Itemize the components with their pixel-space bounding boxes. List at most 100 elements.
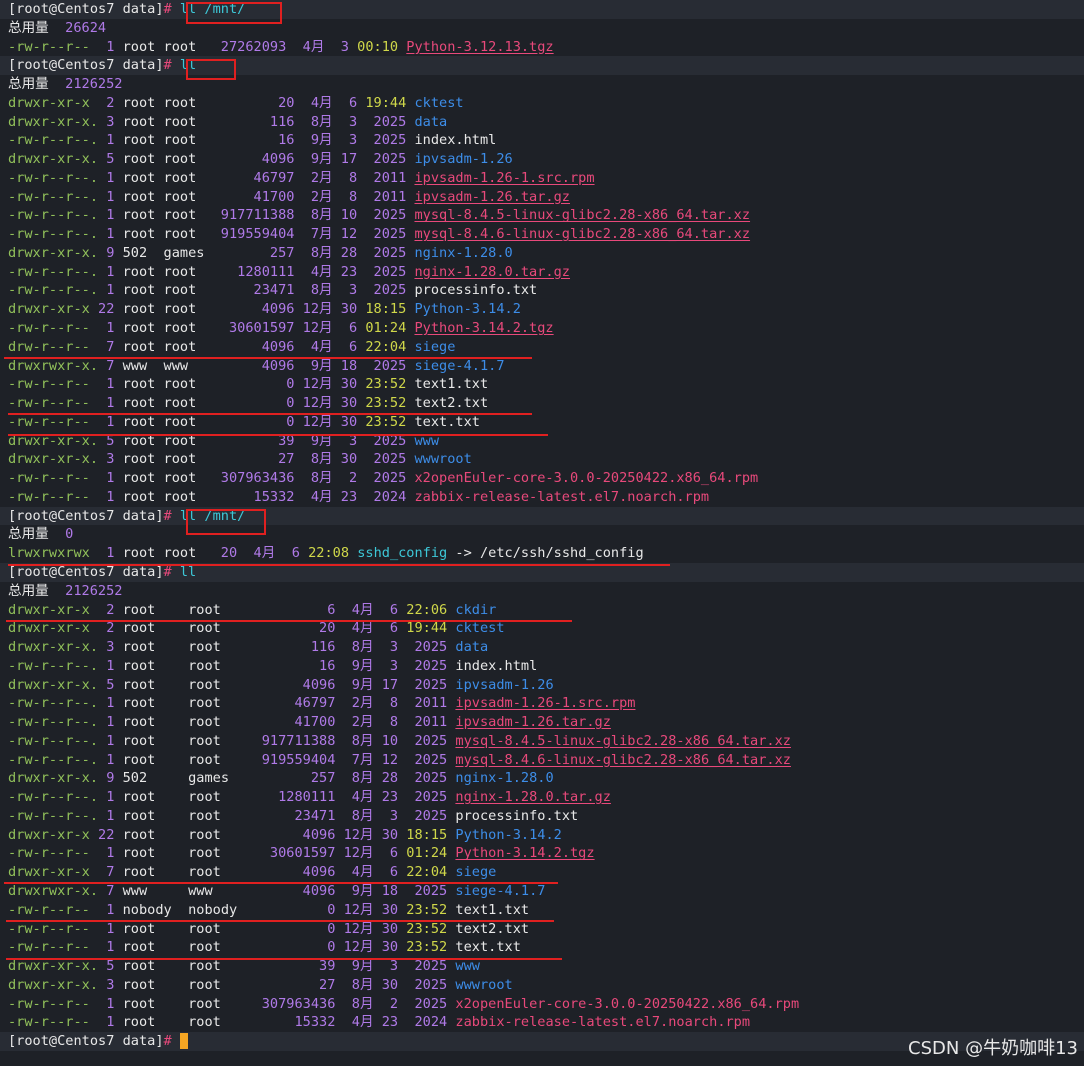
file-name[interactable]: text1.txt — [455, 902, 529, 918]
file-name[interactable]: Python-3.14.2.tgz — [455, 845, 594, 861]
file-row[interactable]: drwxr-xr-x 2 root root 20 4月 6 19:44 ckt… — [0, 94, 1084, 113]
file-row[interactable]: drwxr-xr-x. 5 root root 4096 9月 17 2025 … — [0, 150, 1084, 169]
file-row[interactable]: drwxr-xr-x 22 root root 4096 12月 30 18:1… — [0, 300, 1084, 319]
file-name[interactable]: Python-3.14.2 — [414, 301, 520, 317]
file-row[interactable]: drw-r--r-- 7 root root 4096 4月 6 22:04 s… — [0, 338, 1084, 357]
file-name[interactable]: text1.txt — [414, 376, 488, 392]
file-row[interactable]: -rw-r--r-- 1 root root 15332 4月 23 2024 … — [0, 1013, 1084, 1032]
file-name[interactable]: x2openEuler-core-3.0.0-20250422.x86_64.r… — [455, 996, 799, 1012]
file-name[interactable]: wwwroot — [414, 451, 471, 467]
file-name[interactable]: ipvsadm-1.26 — [414, 151, 512, 167]
file-row[interactable]: -rw-r--r--. 1 root root 917711388 8月 10 … — [0, 206, 1084, 225]
file-name[interactable]: siege — [455, 864, 496, 880]
file-row[interactable]: -rw-r--r-- 1 root root 30601597 12月 6 01… — [0, 319, 1084, 338]
file-row[interactable]: -rw-r--r--. 1 root root 16 9月 3 2025 ind… — [0, 131, 1084, 150]
file-name[interactable]: mysql-8.4.6-linux-glibc2.28-x86_64.tar.x… — [455, 752, 791, 768]
file-row[interactable]: drwxr-xr-x. 9 502 games 257 8月 28 2025 n… — [0, 244, 1084, 263]
file-row[interactable]: drwxr-xr-x 7 root root 4096 4月 6 22:04 s… — [0, 863, 1084, 882]
file-row[interactable]: -rw-r--r-- 1 root root 307963436 8月 2 20… — [0, 995, 1084, 1014]
file-row[interactable]: drwxrwxr-x. 7 www www 4096 9月 18 2025 si… — [0, 882, 1084, 901]
group: root — [163, 226, 205, 243]
time-or-year: 2025 — [357, 263, 407, 280]
file-row[interactable]: -rw-r--r--. 1 root root 919559404 7月 12 … — [0, 751, 1084, 770]
file-name[interactable]: zabbix-release-latest.el7.noarch.rpm — [414, 489, 709, 505]
file-row[interactable]: -rw-r--r--. 1 root root 41700 2月 8 2011 … — [0, 713, 1084, 732]
file-name[interactable]: ipvsadm-1.26.tar.gz — [414, 189, 570, 205]
file-name[interactable]: text.txt — [414, 414, 479, 430]
file-row[interactable]: -rw-r--r-- 1 root root 0 12月 30 23:52 te… — [0, 920, 1084, 939]
file-name[interactable]: processinfo.txt — [414, 282, 537, 298]
file-row[interactable]: lrwxrwxrwx 1 root root 20 4月 6 22:08 ssh… — [0, 544, 1084, 563]
file-name[interactable]: text2.txt — [414, 395, 488, 411]
file-name[interactable]: wwwroot — [455, 977, 512, 993]
file-name[interactable]: www — [455, 958, 480, 974]
file-row[interactable]: -rw-r--r--. 1 root root 919559404 7月 12 … — [0, 225, 1084, 244]
file-row[interactable]: -rw-r--r--. 1 root root 46797 2月 8 2011 … — [0, 169, 1084, 188]
link-count: 3 — [98, 639, 115, 656]
file-name[interactable]: index.html — [414, 132, 496, 148]
file-row[interactable]: -rw-r--r--. 1 root root 23471 8月 3 2025 … — [0, 281, 1084, 300]
file-name[interactable]: nginx-1.28.0 — [414, 245, 512, 261]
file-row[interactable]: drwxr-xr-x 22 root root 4096 12月 30 18:1… — [0, 826, 1084, 845]
file-row[interactable]: -rw-r--r-- 1 nobody nobody 0 12月 30 23:5… — [0, 901, 1084, 920]
file-row[interactable]: -rw-r--r-- 1 root root 15332 4月 23 2024 … — [0, 488, 1084, 507]
file-name[interactable]: nginx-1.28.0.tar.gz — [414, 264, 570, 280]
file-name[interactable]: text.txt — [455, 939, 520, 955]
file-row[interactable]: -rw-r--r--. 1 root root 917711388 8月 10 … — [0, 732, 1084, 751]
file-row[interactable]: -rw-r--r-- 1 root root 0 12月 30 23:52 te… — [0, 375, 1084, 394]
file-row[interactable]: -rw-r--r-- 1 root root 0 12月 30 23:52 te… — [0, 938, 1084, 957]
file-name[interactable]: mysql-8.4.5-linux-glibc2.28-x86_64.tar.x… — [455, 733, 791, 749]
file-name[interactable]: ipvsadm-1.26 — [455, 677, 553, 693]
file-name[interactable]: cktest — [455, 620, 504, 636]
file-row[interactable]: -rw-r--r--. 1 root root 1280111 4月 23 20… — [0, 788, 1084, 807]
file-name[interactable]: x2openEuler-core-3.0.0-20250422.x86_64.r… — [414, 470, 758, 486]
file-name[interactable]: sshd_config — [357, 545, 447, 561]
file-row[interactable]: drwxrwxr-x. 7 www www 4096 9月 18 2025 si… — [0, 357, 1084, 376]
file-row[interactable]: drwxr-xr-x. 5 root root 4096 9月 17 2025 … — [0, 676, 1084, 695]
file-name[interactable]: nginx-1.28.0 — [455, 770, 553, 786]
file-name[interactable]: Python-3.14.2 — [455, 827, 561, 843]
file-name[interactable]: data — [414, 114, 447, 130]
file-row[interactable]: drwxr-xr-x. 3 root root 116 8月 3 2025 da… — [0, 638, 1084, 657]
file-name[interactable]: ipvsadm-1.26-1.src.rpm — [414, 170, 594, 186]
file-row[interactable]: -rw-r--r-- 1 root root 27262093 4月 3 00:… — [0, 38, 1084, 57]
file-name[interactable]: cktest — [414, 95, 463, 111]
file-row[interactable]: drwxr-xr-x. 3 root root 27 8月 30 2025 ww… — [0, 976, 1084, 995]
file-name[interactable]: text2.txt — [455, 921, 529, 937]
file-row[interactable]: -rw-r--r-- 1 root root 0 12月 30 23:52 te… — [0, 394, 1084, 413]
file-name[interactable]: nginx-1.28.0.tar.gz — [455, 789, 611, 805]
file-name[interactable]: Python-3.12.13.tgz — [406, 39, 553, 55]
group: root — [188, 845, 246, 862]
file-name[interactable]: siege-4.1.7 — [455, 883, 545, 899]
file-name[interactable]: ipvsadm-1.26.tar.gz — [455, 714, 611, 730]
file-row[interactable]: -rw-r--r--. 1 root root 41700 2月 8 2011 … — [0, 188, 1084, 207]
month: 12月 — [294, 395, 333, 412]
file-name[interactable]: siege-4.1.7 — [414, 358, 504, 374]
file-row[interactable]: drwxr-xr-x 2 root root 20 4月 6 19:44 ckt… — [0, 619, 1084, 638]
file-name[interactable]: index.html — [455, 658, 537, 674]
terminal-output[interactable]: [root@Centos7 data]# ll /mnt/总用量 26624 -r… — [0, 0, 1084, 1051]
file-row[interactable]: drwxr-xr-x. 9 502 games 257 8月 28 2025 n… — [0, 769, 1084, 788]
day: 6 — [332, 338, 358, 355]
file-name[interactable]: siege — [414, 339, 455, 355]
file-row[interactable]: drwxr-xr-x. 3 root root 116 8月 3 2025 da… — [0, 113, 1084, 132]
time-or-year: 2025 — [398, 995, 448, 1012]
file-row[interactable]: drwxr-xr-x. 3 root root 27 8月 30 2025 ww… — [0, 450, 1084, 469]
file-row[interactable]: -rw-r--r--. 1 root root 1280111 4月 23 20… — [0, 263, 1084, 282]
month: 2月 — [294, 188, 333, 205]
file-name[interactable]: ipvsadm-1.26-1.src.rpm — [455, 695, 635, 711]
file-row[interactable]: -rw-r--r--. 1 root root 16 9月 3 2025 ind… — [0, 657, 1084, 676]
file-name[interactable]: data — [455, 639, 488, 655]
file-row[interactable]: -rw-r--r-- 1 root root 307963436 8月 2 20… — [0, 469, 1084, 488]
file-row[interactable]: drwxr-xr-x 2 root root 6 4月 6 22:06 ckdi… — [0, 601, 1084, 620]
file-row[interactable]: -rw-r--r--. 1 root root 23471 8月 3 2025 … — [0, 807, 1084, 826]
file-name[interactable]: mysql-8.4.5-linux-glibc2.28-x86_64.tar.x… — [414, 207, 750, 223]
file-row[interactable]: -rw-r--r-- 1 root root 30601597 12月 6 01… — [0, 844, 1084, 863]
file-name[interactable]: Python-3.14.2.tgz — [414, 320, 553, 336]
file-name[interactable]: ckdir — [455, 602, 496, 618]
file-row[interactable]: -rw-r--r--. 1 root root 46797 2月 8 2011 … — [0, 694, 1084, 713]
file-name[interactable]: zabbix-release-latest.el7.noarch.rpm — [455, 1014, 750, 1030]
file-name[interactable]: processinfo.txt — [455, 808, 578, 824]
file-row[interactable]: -rw-r--r-- 1 root root 0 12月 30 23:52 te… — [0, 413, 1084, 432]
file-name[interactable]: mysql-8.4.6-linux-glibc2.28-x86_64.tar.x… — [414, 226, 750, 242]
